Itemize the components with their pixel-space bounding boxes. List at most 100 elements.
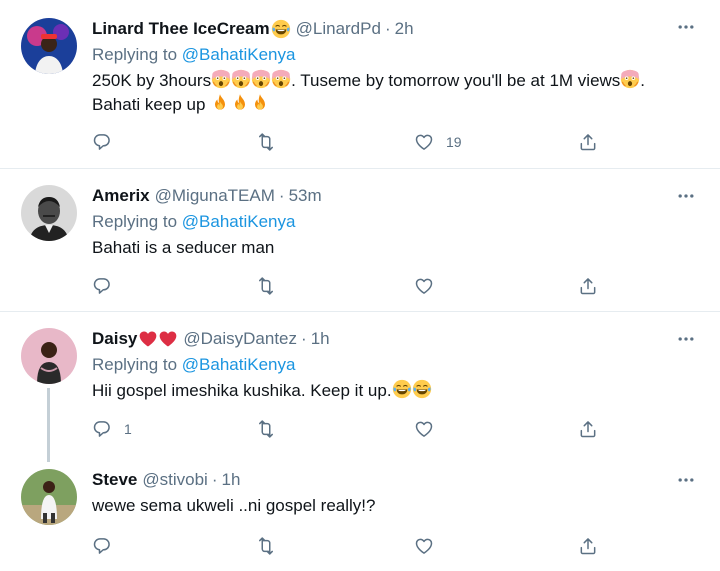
tweet-actions [92,535,612,557]
share-button[interactable] [578,535,598,557]
reply-button[interactable]: 1 [92,418,132,440]
replying-to-label: Replying to [92,355,178,374]
avatar[interactable] [21,469,77,525]
replying-to: Replying to @BahatiKenya [92,211,295,233]
tweet-actions: 19 [92,131,612,153]
share-button[interactable] [578,418,598,440]
share-icon [578,419,598,439]
shock-emoji-icon [620,69,640,89]
replying-to-link[interactable]: @BahatiKenya [182,355,296,374]
avatar[interactable] [21,18,77,74]
like-count: 19 [446,134,462,150]
red-heart-emoji-icon [158,329,178,349]
retweet-button[interactable] [256,418,288,440]
tweet-steve[interactable]: Steve @stivobi · 1h wewe sema ukweli ..n… [0,469,720,569]
tweet-text: Hii gospel imeshika kushika. Keep it up. [92,379,702,403]
laugh-emoji-icon [412,379,432,399]
tweet-text-part: Hii gospel imeshika kushika. Keep it up. [92,381,392,400]
reply-icon [92,276,112,296]
avatar[interactable] [21,185,77,241]
reply-icon [92,419,112,439]
more-options-icon[interactable] [676,330,696,348]
timestamp[interactable]: 2h [395,18,414,40]
like-button[interactable]: 19 [414,131,462,153]
retweet-icon [256,536,276,556]
retweet-button[interactable] [256,535,288,557]
heart-icon [414,536,434,556]
shock-emoji-icon [211,69,231,89]
tweet-text: wewe sema ukweli ..ni gospel really!? [92,496,376,515]
display-name[interactable]: Daisy [92,328,137,350]
separator-dot: · [301,329,307,348]
share-button[interactable] [578,131,598,153]
reply-button[interactable] [92,275,124,297]
tweet-header: Linard Thee IceCream @LinardPd · 2h [92,18,414,40]
laugh-emoji-icon [392,379,412,399]
tweet-text: Bahati is a seducer man [92,238,275,257]
fire-emoji-icon [250,93,270,113]
display-name[interactable]: Amerix [92,185,150,207]
separator-dot: · [278,186,285,205]
retweet-button[interactable] [256,275,288,297]
display-name[interactable]: Steve [92,469,137,491]
more-options-icon[interactable] [676,187,696,205]
tweet-actions [92,275,612,297]
tweet-text: 250K by 3hours . Tuseme by tomorrow you'l… [92,69,702,117]
more-options-icon[interactable] [676,18,696,36]
share-button[interactable] [578,275,598,297]
like-button[interactable] [414,418,446,440]
reply-button[interactable] [92,535,124,557]
replying-to-label: Replying to [92,212,178,231]
shock-emoji-icon [251,69,271,89]
user-handle[interactable]: @DaisyDantez [183,328,297,350]
reply-icon [92,132,112,152]
like-button[interactable] [414,275,446,297]
share-icon [578,132,598,152]
share-icon [578,276,598,296]
laugh-emoji-icon [271,19,291,39]
separator-dot: · [384,19,391,38]
user-handle[interactable]: @LinardPd [296,18,381,40]
tweet-text-part: Bahati keep up [92,95,211,114]
replying-to-label: Replying to [92,45,178,64]
tweet-text-part: . [640,71,646,90]
replying-to-link[interactable]: @BahatiKenya [182,45,296,64]
fire-emoji-icon [210,93,230,113]
timestamp[interactable]: 53m [289,185,322,207]
display-name[interactable]: Linard Thee IceCream [92,18,270,40]
divider [0,311,720,312]
tweet-text-part: 250K by 3hours [92,71,212,90]
heart-icon [414,419,434,439]
reply-button[interactable] [92,131,124,153]
thread-line [47,388,50,462]
separator-dot: · [211,470,218,489]
divider [0,168,720,169]
share-icon [578,536,598,556]
reply-feed: Linard Thee IceCream @LinardPd · 2h Repl… [0,0,720,571]
like-button[interactable] [414,535,446,557]
more-options-icon[interactable] [676,471,696,489]
replying-to-link[interactable]: @BahatiKenya [182,212,296,231]
tweet-actions: 1 [92,418,612,440]
retweet-icon [256,276,276,296]
shock-emoji-icon [231,69,251,89]
tweet-header: Daisy @DaisyDantez · 1h [92,328,330,350]
timestamp[interactable]: 1h [222,469,241,491]
tweet-daisy[interactable]: Daisy @DaisyDantez · 1h Replying to @Bah… [0,328,720,462]
fire-emoji-icon [230,93,250,113]
avatar[interactable] [21,328,77,384]
tweet-header: Steve @stivobi · 1h [92,469,240,491]
user-handle[interactable]: @stivobi [142,469,207,491]
replying-to: Replying to @BahatiKenya [92,44,295,66]
tweet-header: Amerix @MigunaTEAM · 53m [92,185,322,207]
replying-to: Replying to @BahatiKenya [92,354,295,376]
retweet-icon [256,419,276,439]
timestamp[interactable]: 1h [311,328,330,350]
retweet-button[interactable] [256,131,288,153]
tweet-amerix[interactable]: Amerix @MigunaTEAM · 53m Replying to @Ba… [0,185,720,305]
shock-emoji-icon [271,69,291,89]
reply-icon [92,536,112,556]
tweet-linard[interactable]: Linard Thee IceCream @LinardPd · 2h Repl… [0,16,720,162]
user-handle[interactable]: @MigunaTEAM [155,185,275,207]
retweet-icon [256,132,276,152]
